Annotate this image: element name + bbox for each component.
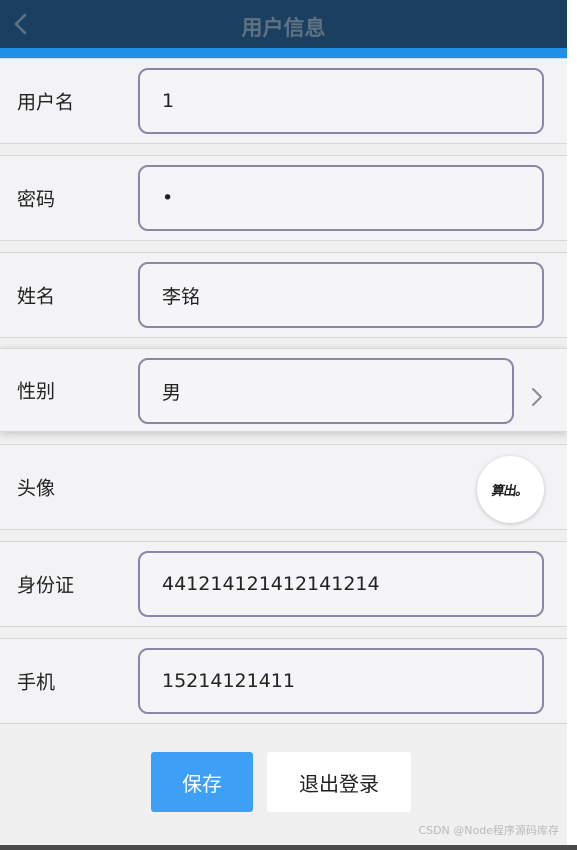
username-field[interactable]: 1 [138,68,544,134]
top-bar: 用户信息 [0,0,567,48]
password-field[interactable]: • [138,165,544,231]
chevron-right-icon[interactable] [528,385,546,409]
gender-select[interactable]: 男 [138,358,514,424]
name-field[interactable]: 李铭 [138,262,544,328]
right-edge [567,0,577,850]
header-accent-bar [0,48,567,58]
avatar-image-text: 算出。 [490,484,530,499]
username-row: 用户名 1 [0,58,567,144]
name-label: 姓名 [17,285,56,308]
password-label: 密码 [17,188,56,211]
page-title: 用户信息 [241,16,326,40]
save-button[interactable]: 保存 [151,752,253,812]
password-row: 密码 • [0,155,567,241]
username-label: 用户名 [17,91,75,114]
gender-row[interactable]: 性别 男 [0,348,567,432]
name-row: 姓名 李铭 [0,252,567,338]
phone-row: 手机 15214121411 [0,638,567,724]
phone-label: 手机 [17,671,56,694]
id-card-label: 身份证 [17,574,75,597]
bottom-edge [0,845,577,850]
avatar-row: 头像 算出。 [0,444,567,530]
id-card-row: 身份证 441214121412141214 [0,541,567,627]
gender-label: 性别 [17,380,56,403]
avatar[interactable]: 算出。 [477,456,544,523]
app-screen: 用户信息 用户名 1 密码 • 姓名 李铭 性别 男 头像 算出。 身份证 44… [0,0,567,845]
logout-button[interactable]: 退出登录 [267,752,411,812]
avatar-label: 头像 [17,477,56,500]
watermark: CSDN @Node程序源码库存 [418,824,559,837]
id-card-field[interactable]: 441214121412141214 [138,551,544,617]
phone-field[interactable]: 15214121411 [138,648,544,714]
